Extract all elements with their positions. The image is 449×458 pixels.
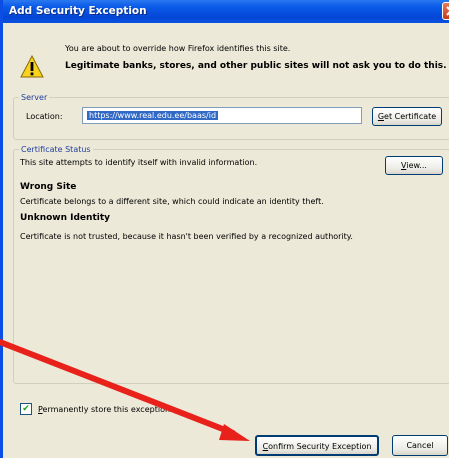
red-arrow-annotation [0, 339, 250, 441]
